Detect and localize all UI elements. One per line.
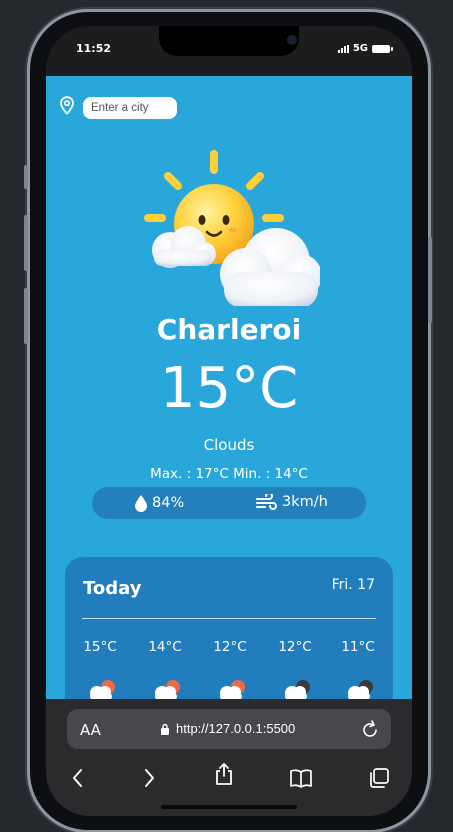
- status-time: 11:52: [76, 42, 112, 55]
- city-search: [59, 96, 177, 119]
- max-min-temperature: Max. : 17°C Min. : 14°C: [150, 466, 308, 482]
- signal-icon: [337, 44, 349, 53]
- status-bar: 11:52 5G: [46, 26, 412, 76]
- silent-switch: [24, 165, 28, 189]
- forecast-hour: 14°C: [140, 639, 190, 700]
- forecast-date: Fri. 17: [331, 577, 375, 593]
- city-name: Charleroi: [156, 313, 302, 346]
- tabs-icon[interactable]: [367, 766, 391, 790]
- battery-icon: [372, 44, 393, 53]
- forecast-hour-temp: 15°C: [83, 639, 117, 655]
- dynamic-notch: [159, 26, 299, 56]
- address-bar[interactable]: AA http://127.0.0.1:5500: [67, 709, 391, 749]
- cloud-moon-icon: [285, 680, 310, 700]
- url-display[interactable]: http://127.0.0.1:5500: [160, 721, 295, 736]
- home-indicator: [161, 805, 297, 809]
- forecast-hour: 12°C: [270, 639, 320, 700]
- safari-bottom-bar: AA http://127.0.0.1:5500: [46, 699, 412, 816]
- location-pin-icon[interactable]: [59, 96, 75, 119]
- forward-icon[interactable]: [137, 766, 161, 790]
- forecast-hour-temp: 12°C: [213, 639, 247, 655]
- cloud-sun-icon: [220, 680, 245, 700]
- city-search-input[interactable]: [83, 96, 177, 119]
- url-text: http://127.0.0.1:5500: [176, 721, 296, 736]
- bookmarks-icon[interactable]: [289, 766, 313, 790]
- wind-stat: 3km/h: [256, 494, 328, 510]
- cloud-sun-icon: [90, 680, 115, 700]
- volume-up-button: [24, 215, 28, 271]
- phone-screen: 11:52 5G Enter a city Charleroi 15°C Clo…: [46, 26, 412, 816]
- weather-app: Charleroi 15°C Clouds Max. : 17°C Min. :…: [46, 76, 412, 757]
- volume-down-button: [24, 288, 28, 344]
- cloud-sun-icon: [155, 680, 180, 700]
- forecast-hour: 15°C: [75, 639, 125, 700]
- share-icon[interactable]: [212, 762, 236, 786]
- partly-cloudy-sun-icon: [140, 146, 322, 308]
- wind-value: 3km/h: [282, 494, 328, 510]
- wind-icon: [256, 494, 277, 510]
- forecast-divider: [82, 618, 376, 619]
- forecast-hour-temp: 12°C: [278, 639, 312, 655]
- forecast-hour: 11°C: [333, 639, 383, 700]
- forecast-hour-temp: 14°C: [148, 639, 182, 655]
- droplet-icon: [135, 495, 147, 512]
- network-label: 5G: [352, 43, 368, 54]
- forecast-hour-temp: 11°C: [341, 639, 375, 655]
- reload-icon[interactable]: [361, 719, 379, 739]
- status-indicators: 5G: [337, 43, 393, 54]
- humidity-value: 84%: [152, 495, 185, 511]
- forecast-title: Today: [83, 578, 142, 599]
- camera-icon: [287, 35, 297, 45]
- cloud-moon-icon: [348, 680, 373, 700]
- forecast-hour: 12°C: [205, 639, 255, 700]
- weather-description: Clouds: [203, 436, 255, 454]
- current-temperature: 15°C: [159, 356, 299, 421]
- weather-stats: 84% 3km/h: [92, 487, 366, 519]
- power-button: [428, 237, 432, 323]
- humidity-stat: 84%: [134, 494, 184, 512]
- back-icon[interactable]: [66, 766, 90, 790]
- lock-icon: [161, 723, 169, 735]
- text-size-button[interactable]: AA: [80, 721, 101, 739]
